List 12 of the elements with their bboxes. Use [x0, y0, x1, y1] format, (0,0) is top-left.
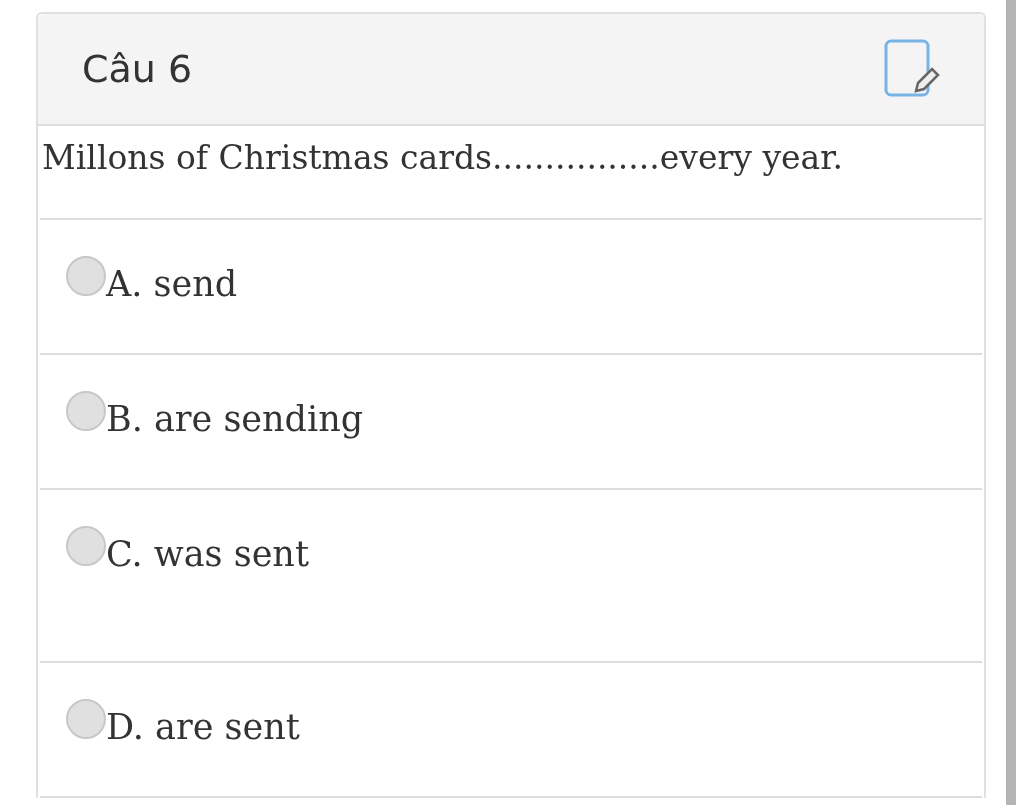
option-label[interactable]: A. send — [106, 264, 238, 304]
option-label[interactable]: D. are sent — [106, 707, 300, 747]
note-edit-icon[interactable] — [884, 39, 940, 99]
radio-button[interactable] — [66, 699, 106, 739]
radio-button[interactable] — [66, 391, 106, 431]
radio-button[interactable] — [66, 526, 106, 566]
question-title: Câu 6 — [82, 47, 193, 91]
question-text: Millons of Christmas cards................every year. — [40, 126, 982, 220]
option-label[interactable]: B. are sending — [106, 399, 364, 439]
scrollbar[interactable] — [1006, 0, 1016, 805]
option-label[interactable]: C. was sent — [106, 534, 309, 574]
radio-button[interactable] — [66, 256, 106, 296]
